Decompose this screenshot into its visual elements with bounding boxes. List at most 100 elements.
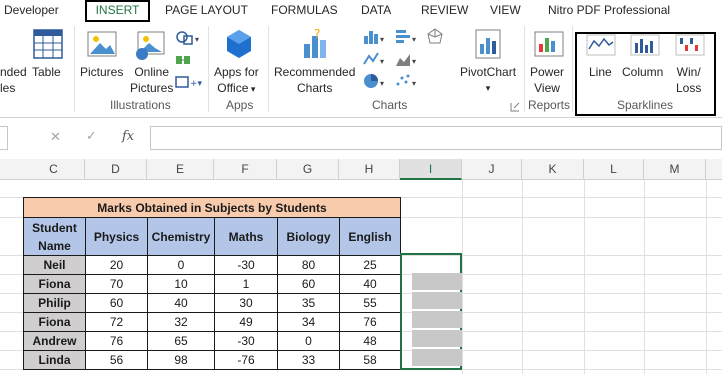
cell-physics[interactable]: 70 [85,274,148,294]
online-pictures-button[interactable]: Online Pictures [128,26,173,95]
bar-chart-icon[interactable]: ▾ [394,28,420,46]
tab-nitro-pdf[interactable]: Nitro PDF Professional [548,3,670,17]
cell-chemistry[interactable]: 65 [147,331,215,351]
selected-cell[interactable] [412,311,462,328]
dialog-launcher-icon[interactable] [510,102,520,112]
formula-input[interactable] [150,126,722,150]
selected-cell[interactable] [412,330,462,347]
cell-physics[interactable]: 60 [85,293,148,313]
cell-physics[interactable]: 72 [85,312,148,332]
cell-biology[interactable]: 35 [277,293,340,313]
tab-insert-label: INSERT [95,3,140,17]
pivotchart-button[interactable]: PivotChart ▾ [458,26,518,93]
cell-english[interactable]: 58 [339,350,401,370]
insert-function-icon[interactable]: fx [122,129,134,144]
sparkline-win-loss-label-line2: Loss [676,81,702,95]
cell-chemistry[interactable]: 10 [147,274,215,294]
power-view-label-line2: View [534,81,560,95]
cell-biology[interactable]: 80 [277,255,340,275]
cell-student-name[interactable]: Linda [23,350,86,370]
tab-review[interactable]: REVIEW [421,3,468,17]
cell-chemistry[interactable]: 0 [147,255,215,275]
header-physics[interactable]: Physics [85,217,148,256]
cell-physics[interactable]: 76 [85,331,148,351]
line-chart-icon[interactable]: ▾ [362,50,388,68]
worksheet-grid[interactable]: Marks Obtained in Subjects by Students S… [0,180,722,374]
selected-cell[interactable] [412,292,462,309]
tab-insert[interactable]: INSERT [85,0,150,22]
cell-biology[interactable]: 0 [277,331,340,351]
header-student-name[interactable]: Student Name [23,217,86,256]
column-header-d[interactable]: D [85,159,147,180]
sparkline-win-loss-button[interactable]: Win/ Loss [672,26,708,95]
shapes-icon[interactable]: ▾ [174,28,202,46]
recommended-charts-button[interactable]: ? Recommended Charts [272,26,358,95]
pie-chart-icon[interactable]: ▾ [362,72,388,90]
sparkline-line-button[interactable]: Line [584,26,618,92]
cell-maths[interactable]: 49 [214,312,278,332]
pictures-button[interactable]: Pictures [78,26,126,88]
smartart-icon[interactable] [174,52,194,68]
cell-english[interactable]: 48 [339,331,401,351]
cell-english[interactable]: 40 [339,274,401,294]
cell-student-name[interactable]: Fiona [23,274,86,294]
area-chart-icon[interactable]: ▾ [394,50,420,68]
cell-maths[interactable]: 1 [214,274,278,294]
column-header-j[interactable]: J [462,159,522,180]
tab-view[interactable]: VIEW [490,3,521,17]
cell-maths[interactable]: -30 [214,331,278,351]
cancel-icon[interactable]: ✕ [50,130,61,145]
column-header-k[interactable]: K [522,159,584,180]
column-header-l[interactable]: L [584,159,644,180]
scatter-chart-icon[interactable]: ▾ [394,72,420,90]
cell-student-name[interactable]: Fiona [23,312,86,332]
table-title[interactable]: Marks Obtained in Subjects by Students [23,197,401,218]
cell-physics[interactable]: 20 [85,255,148,275]
cell-chemistry[interactable]: 32 [147,312,215,332]
cell-student-name[interactable]: Neil [23,255,86,275]
tab-data[interactable]: DATA [361,3,391,17]
cell-maths[interactable]: 30 [214,293,278,313]
column-header-f[interactable]: F [214,159,277,180]
name-box[interactable] [0,126,8,150]
tab-page-layout[interactable]: PAGE LAYOUT [165,3,248,17]
cell-maths[interactable]: -30 [214,255,278,275]
cell-physics[interactable]: 56 [85,350,148,370]
column-chart-icon[interactable]: ▾ [362,28,388,46]
column-header-e[interactable]: E [147,159,214,180]
cell-student-name[interactable]: Philip [23,293,86,313]
selected-cell[interactable] [412,349,462,366]
header-english[interactable]: English [339,217,401,256]
power-view-button[interactable]: Power View [528,26,570,95]
tab-developer[interactable]: Developer [4,3,59,17]
header-maths[interactable]: Maths [214,217,278,256]
column-header-i[interactable]: I [400,159,462,180]
cell-student-name[interactable]: Andrew [23,331,86,351]
enter-icon[interactable]: ✓ [86,129,97,144]
header-biology[interactable]: Biology [277,217,340,256]
apps-for-office-button[interactable]: Apps for Office ▾ [212,26,266,95]
column-header-h[interactable]: H [339,159,400,180]
column-header-g[interactable]: G [277,159,339,180]
cell-maths[interactable]: -76 [214,350,278,370]
tab-formulas[interactable]: FORMULAS [271,3,338,17]
selected-cell[interactable] [412,273,462,290]
header-chemistry[interactable]: Chemistry [147,217,215,256]
cell-english[interactable]: 25 [339,255,401,275]
recommended-pivot-label-partial[interactable]: nded les [0,64,27,96]
column-header-c[interactable]: C [23,159,85,180]
table-button[interactable]: Table [30,26,66,86]
recommended-charts-icon: ? [304,28,326,58]
screenshot-icon[interactable]: +▾ [174,74,202,90]
cell-chemistry[interactable]: 98 [147,350,215,370]
selected-range[interactable] [400,253,462,370]
cell-chemistry[interactable]: 40 [147,293,215,313]
cell-biology[interactable]: 34 [277,312,340,332]
cell-biology[interactable]: 60 [277,274,340,294]
cell-english[interactable]: 55 [339,293,401,313]
sparkline-column-button[interactable]: Column [620,26,668,92]
column-header-m[interactable]: M [644,159,706,180]
cell-english[interactable]: 76 [339,312,401,332]
cell-biology[interactable]: 33 [277,350,340,370]
radar-chart-icon[interactable] [426,28,452,46]
